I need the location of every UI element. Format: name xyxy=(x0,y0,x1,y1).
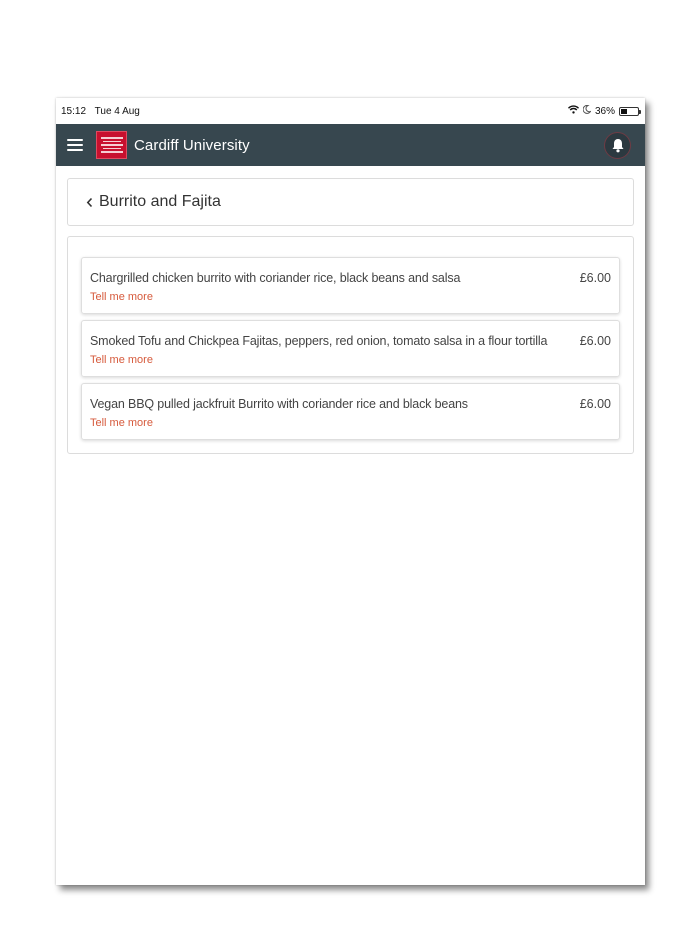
status-bar: 15:12 Tue 4 Aug 36% xyxy=(56,98,645,124)
app-header: Cardiff University xyxy=(56,124,645,166)
menu-item-name: Chargrilled chicken burrito with coriand… xyxy=(90,271,461,285)
page-title-card[interactable]: Burrito and Fajita xyxy=(67,178,634,226)
wifi-icon xyxy=(567,105,579,117)
status-time: 15:12 xyxy=(61,105,87,117)
tell-me-more-link[interactable]: Tell me more xyxy=(90,417,153,429)
status-date: Tue 4 Aug xyxy=(94,105,140,117)
header-title: Cardiff University xyxy=(134,136,250,154)
menu-item[interactable]: Smoked Tofu and Chickpea Fajitas, pepper… xyxy=(81,320,620,377)
menu-item-name: Smoked Tofu and Chickpea Fajitas, pepper… xyxy=(90,334,548,348)
status-left: 15:12 Tue 4 Aug xyxy=(61,106,146,117)
battery-percent: 36% xyxy=(594,105,615,117)
menu-item-price: £6.00 xyxy=(579,397,611,411)
menu-item-price: £6.00 xyxy=(579,334,611,348)
menu-list: Chargrilled chicken burrito with coriand… xyxy=(67,236,634,454)
menu-item-name: Vegan BBQ pulled jackfruit Burrito with … xyxy=(90,397,468,411)
menu-item-price: £6.00 xyxy=(579,271,611,285)
tell-me-more-link[interactable]: Tell me more xyxy=(90,354,153,366)
chevron-left-icon[interactable] xyxy=(86,197,93,208)
hamburger-menu-icon[interactable] xyxy=(67,139,83,151)
battery-icon xyxy=(619,106,641,116)
menu-item[interactable]: Vegan BBQ pulled jackfruit Burrito with … xyxy=(81,383,620,440)
battery-fill xyxy=(621,108,627,114)
moon-icon xyxy=(582,104,592,117)
status-right: 36% xyxy=(567,104,641,117)
menu-item[interactable]: Chargrilled chicken burrito with coriand… xyxy=(81,257,620,314)
tell-me-more-link[interactable]: Tell me more xyxy=(90,291,153,303)
notifications-button[interactable] xyxy=(604,132,631,159)
app-window: 15:12 Tue 4 Aug 36% Cardiff University B… xyxy=(56,98,645,885)
bell-icon xyxy=(612,139,623,153)
page-title: Burrito and Fajita xyxy=(99,193,221,210)
main-content: Burrito and Fajita Chargrilled chicken b… xyxy=(56,166,645,454)
university-logo[interactable] xyxy=(96,131,127,159)
